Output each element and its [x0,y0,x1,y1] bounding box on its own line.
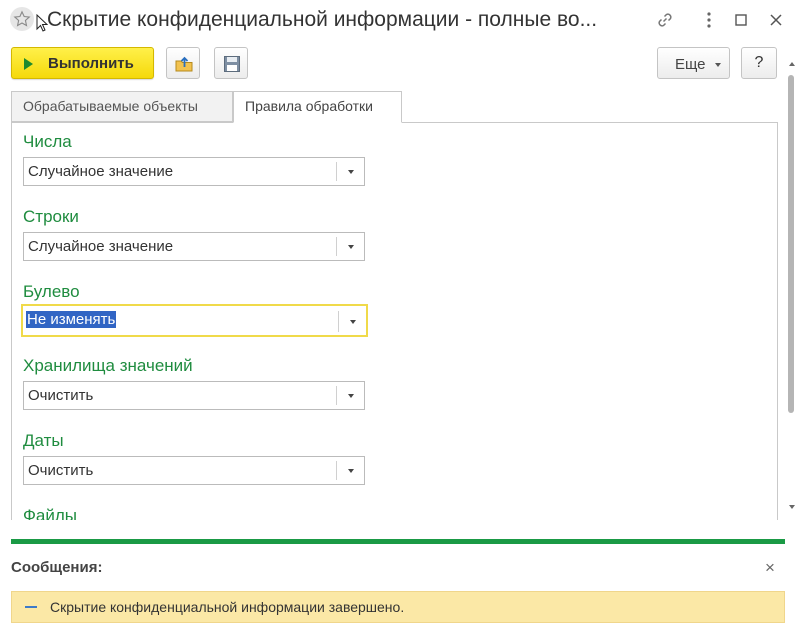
message-text: Скрытие конфиденциальной информации заве… [50,599,405,615]
close-messages-icon[interactable]: × [765,558,775,578]
save-button[interactable] [214,47,248,79]
value-storage-select[interactable]: Очистить [23,381,365,410]
numbers-select[interactable]: Случайное значение [23,157,365,186]
help-button[interactable]: ? [741,47,777,79]
upload-folder-icon [175,56,193,72]
value-storage-select-value: Очистить [28,387,94,404]
tab-processed-objects[interactable]: Обрабатываемые объекты [11,91,233,122]
dates-select[interactable]: Очистить [23,456,365,485]
maximize-icon[interactable] [731,10,753,30]
dash-icon [25,606,37,608]
field-label-boolean: Булево [23,282,80,301]
save-icon [224,56,240,72]
window-title: Скрытие конфиденциальной информации - по… [47,8,598,31]
message-item[interactable]: Скрытие конфиденциальной информации заве… [11,591,785,623]
messages-title: Сообщения: [11,559,103,576]
play-icon [24,58,33,70]
more-vertical-icon[interactable] [699,10,721,30]
close-icon[interactable] [766,10,788,30]
tab-processing-rules[interactable]: Правила обработки [233,91,402,123]
dropdown-arrow-icon[interactable] [348,469,354,473]
more-button-label: Еще [675,56,706,73]
numbers-select-value: Случайное значение [28,163,174,180]
field-label-files: Файлы [23,506,78,520]
chevron-down-icon [715,63,721,67]
run-button[interactable]: Выполнить [11,47,154,79]
boolean-select[interactable]: Не изменять [21,304,368,337]
scroll-down-icon[interactable] [789,505,795,509]
dropdown-arrow-icon[interactable] [348,245,354,249]
processing-rules-panel: Числа Случайное значение Строки Случайно… [11,122,778,520]
title-bar: Скрытие конфиденциальной информации - по… [0,0,800,40]
run-button-label: Выполнить [48,55,134,72]
scrollbar-thumb[interactable] [788,75,794,413]
dates-select-value: Очистить [28,462,94,479]
dropdown-arrow-icon[interactable] [348,170,354,174]
scroll-up-icon[interactable] [789,62,795,66]
link-icon[interactable] [655,10,677,30]
messages-divider [11,539,785,544]
strings-select-value: Случайное значение [28,238,174,255]
upload-folder-button[interactable] [166,47,200,79]
star-icon[interactable] [10,7,34,31]
dropdown-arrow-icon[interactable] [348,394,354,398]
more-button[interactable]: Еще [657,47,730,79]
field-label-numbers: Числа [23,132,72,151]
field-label-value-storage: Хранилища значений [23,356,193,375]
strings-select[interactable]: Случайное значение [23,232,365,261]
field-label-dates: Даты [23,431,64,450]
field-label-strings: Строки [23,207,79,226]
boolean-select-value: Не изменять [26,311,117,328]
dropdown-arrow-icon[interactable] [350,320,356,324]
